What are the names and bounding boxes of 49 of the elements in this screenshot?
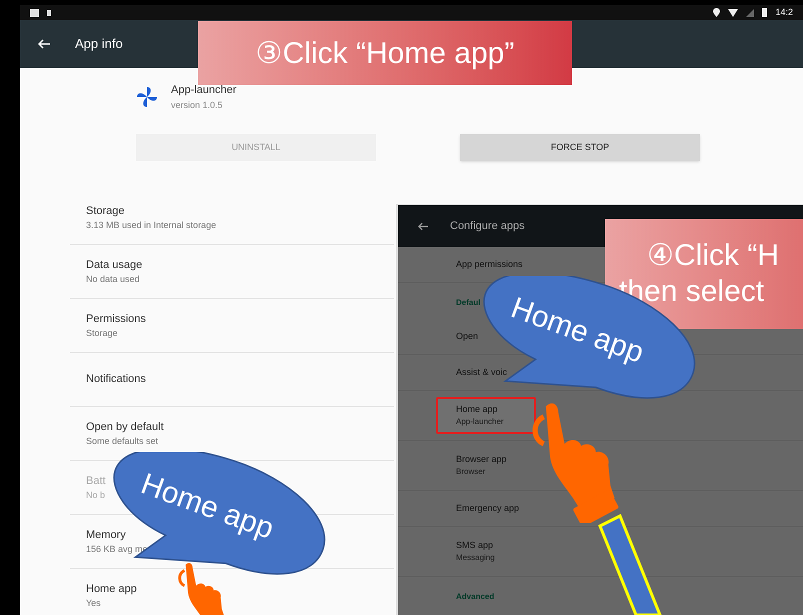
step-banner-text: ④Click “H	[646, 238, 780, 274]
item-summary: App-launcher	[456, 416, 505, 428]
section-header: Defaul	[456, 298, 480, 307]
sd-card-icon	[47, 10, 51, 16]
item-title: Home app	[456, 402, 499, 416]
setting-summary: Storage	[86, 327, 118, 340]
wifi-icon	[728, 8, 738, 16]
app-name: App-launcher	[171, 83, 236, 98]
inset-list-item[interactable]: Home app App-launcher	[436, 396, 536, 434]
back-arrow-icon[interactable]	[418, 222, 428, 230]
setting-title[interactable]: Permissions	[86, 310, 146, 327]
item-title: Assist & voic	[456, 366, 508, 379]
item-title: App permissions	[456, 258, 523, 271]
app-version: version 1.0.5	[171, 98, 224, 112]
setting-summary: No b	[86, 489, 106, 502]
inset-list-item[interactable]: Open	[436, 324, 480, 350]
item-summary: Browser	[456, 466, 486, 478]
app-bar-title: App info	[75, 35, 123, 54]
action-button[interactable]: FORCE STOP	[460, 134, 700, 161]
inset-list-item[interactable]: Browser app Browser	[436, 446, 509, 484]
setting-title[interactable]: Home app	[86, 580, 137, 597]
setting-summary: 3.13 MB used in Internal storage	[86, 219, 216, 232]
item-title: Open	[456, 330, 478, 343]
inset-title: Configure apps	[450, 218, 525, 234]
inset-list-item[interactable]: Emergency app	[436, 496, 522, 522]
setting-title[interactable]: Memory	[86, 526, 126, 543]
inset-list-item[interactable]: App permissions	[436, 252, 525, 278]
setting-summary: Some defaults set	[86, 435, 158, 448]
setting-title[interactable]: Storage	[86, 202, 125, 219]
inset-list-item[interactable]: Assist & voic	[436, 360, 510, 386]
callout-text: Home app	[137, 469, 278, 545]
step-banner: ③Click “Home app”	[198, 21, 572, 85]
image-icon	[30, 8, 39, 16]
setting-summary: Yes	[86, 597, 101, 610]
battery-icon	[762, 8, 768, 17]
setting-title[interactable]: Notifications	[86, 371, 146, 388]
item-title: Emergency app	[456, 502, 520, 515]
item-title: Browser app	[456, 452, 507, 466]
signal-icon	[746, 8, 754, 16]
status-time: 14:2	[775, 6, 793, 19]
item-title: SMS app	[456, 538, 494, 552]
location-icon	[713, 8, 720, 17]
setting-title[interactable]: Open by default	[86, 418, 164, 435]
section-header: Advanced	[456, 592, 494, 601]
item-summary: Messaging	[456, 552, 495, 564]
setting-title[interactable]: Data usage	[86, 256, 142, 273]
setting-summary: No data used	[86, 273, 140, 286]
pinwheel-icon	[135, 85, 159, 109]
inset-list-item[interactable]: SMS app Messaging	[436, 532, 497, 570]
